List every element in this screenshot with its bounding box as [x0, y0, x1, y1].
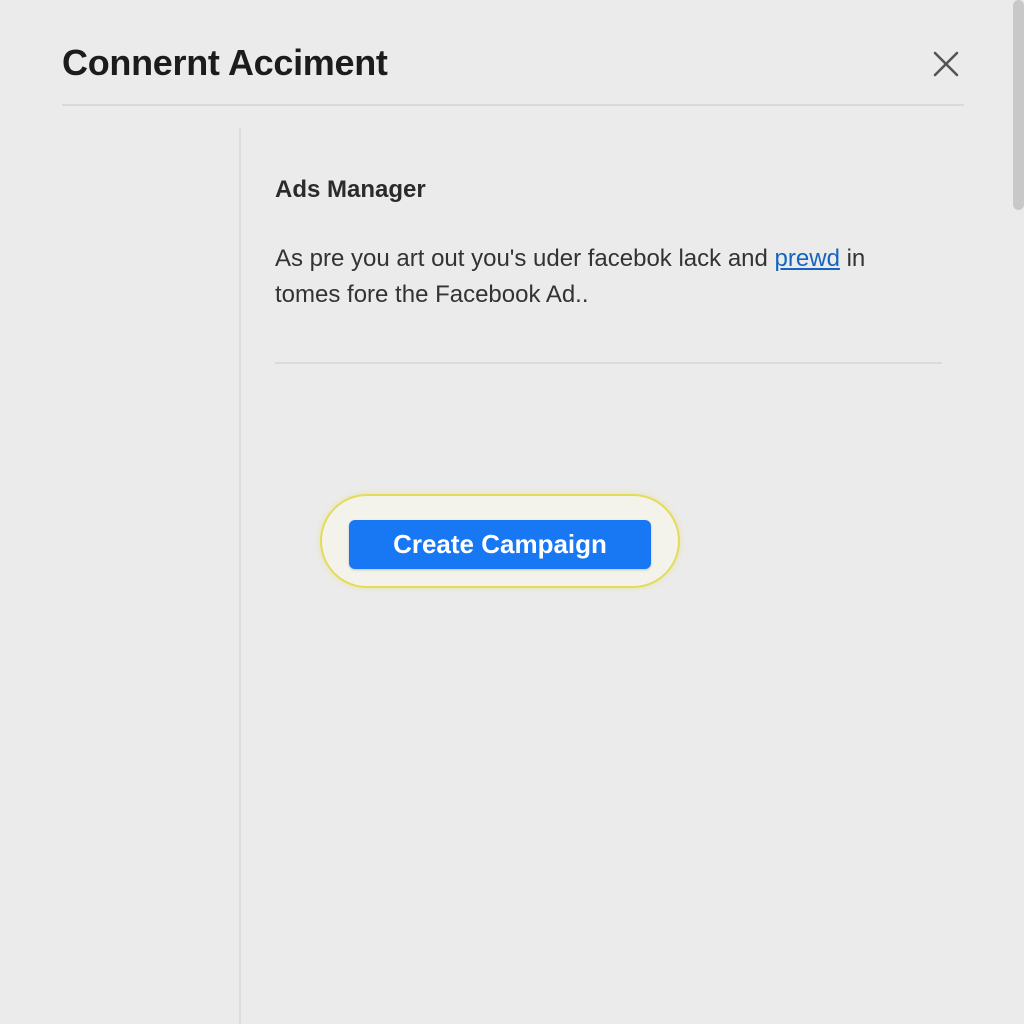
scrollbar-thumb[interactable] [1013, 0, 1024, 210]
section-title: Ads Manager [275, 176, 426, 203]
close-icon [933, 51, 959, 77]
sidebar-divider [239, 128, 241, 1024]
create-campaign-button[interactable]: Create Campaign [349, 520, 651, 569]
description-before-link: As pre you art out you's uder facebok la… [275, 245, 775, 272]
header-divider [62, 104, 964, 106]
dialog-page: Connernt Acciment Ads Manager As pre you… [0, 0, 1024, 1024]
description-link[interactable]: prewd [775, 245, 840, 272]
close-button[interactable] [926, 44, 966, 84]
content-divider [275, 362, 942, 364]
description-text: As pre you art out you's uder facebok la… [275, 241, 935, 313]
dialog-title: Connernt Acciment [62, 42, 388, 83]
